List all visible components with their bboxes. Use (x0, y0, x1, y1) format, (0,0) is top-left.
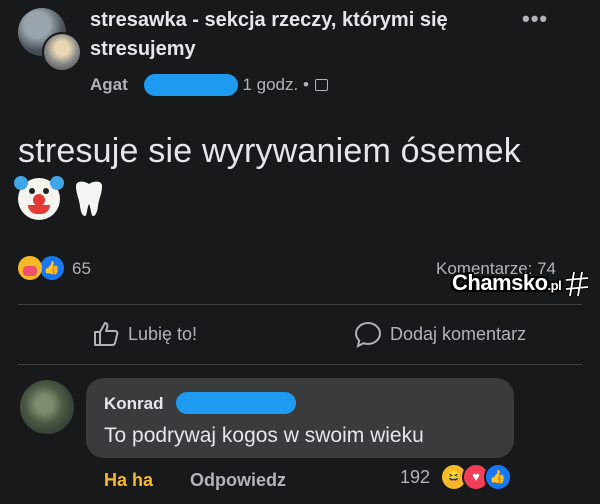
more-options-icon[interactable]: ••• (522, 6, 548, 32)
comment-icon (354, 321, 382, 348)
divider-bottom (18, 364, 582, 365)
watermark-text: Chamsko.pl (452, 270, 562, 295)
redaction-mark (176, 392, 296, 414)
clown-face-icon (14, 176, 64, 220)
comment-button[interactable]: Dodaj komentarz (354, 320, 526, 348)
haha-reaction-button[interactable]: Ha ha (104, 470, 153, 491)
comment-text: To podrywaj kogos w swoim wieku (104, 424, 424, 447)
author-name[interactable]: Agat (90, 75, 128, 95)
post-time[interactable]: • 1 godz. • (232, 75, 309, 95)
comment-reaction-count[interactable]: 192 (400, 467, 430, 488)
tooth-icon (76, 181, 102, 216)
reply-button[interactable]: Odpowiedz (190, 470, 286, 491)
comment-reaction-icons[interactable]: 😆 ♥ 👍 (440, 463, 512, 491)
comment-button-label: Dodaj komentarz (390, 323, 527, 344)
author-avatar[interactable] (42, 32, 82, 72)
commenter-avatar[interactable] (20, 380, 74, 434)
thumbs-up-icon (94, 322, 119, 346)
redaction-mark (144, 74, 238, 96)
like-button-label: Lubię to! (128, 323, 198, 344)
like-reaction-icon: 👍 (484, 463, 512, 491)
care-reaction-icon (18, 256, 42, 280)
emoji-row (14, 176, 110, 220)
like-button[interactable]: Lubię to! (92, 320, 197, 348)
divider-top (18, 304, 582, 305)
like-reaction-icon: 👍 (38, 254, 66, 282)
chamsko-watermark: Chamsko.pl (452, 270, 592, 300)
group-name-link[interactable]: stresawka - sekcja rzeczy, którymi się s… (90, 6, 530, 64)
hash-logo-icon (565, 271, 589, 297)
commenter-name[interactable]: Konrad (104, 394, 164, 414)
reaction-icons[interactable]: 👍 (18, 254, 66, 282)
group-icon (314, 79, 328, 91)
reaction-count[interactable]: 65 (72, 259, 91, 279)
post-text: stresuje sie wyrywaniem ósemek (18, 132, 521, 170)
group-avatar[interactable] (18, 8, 82, 72)
